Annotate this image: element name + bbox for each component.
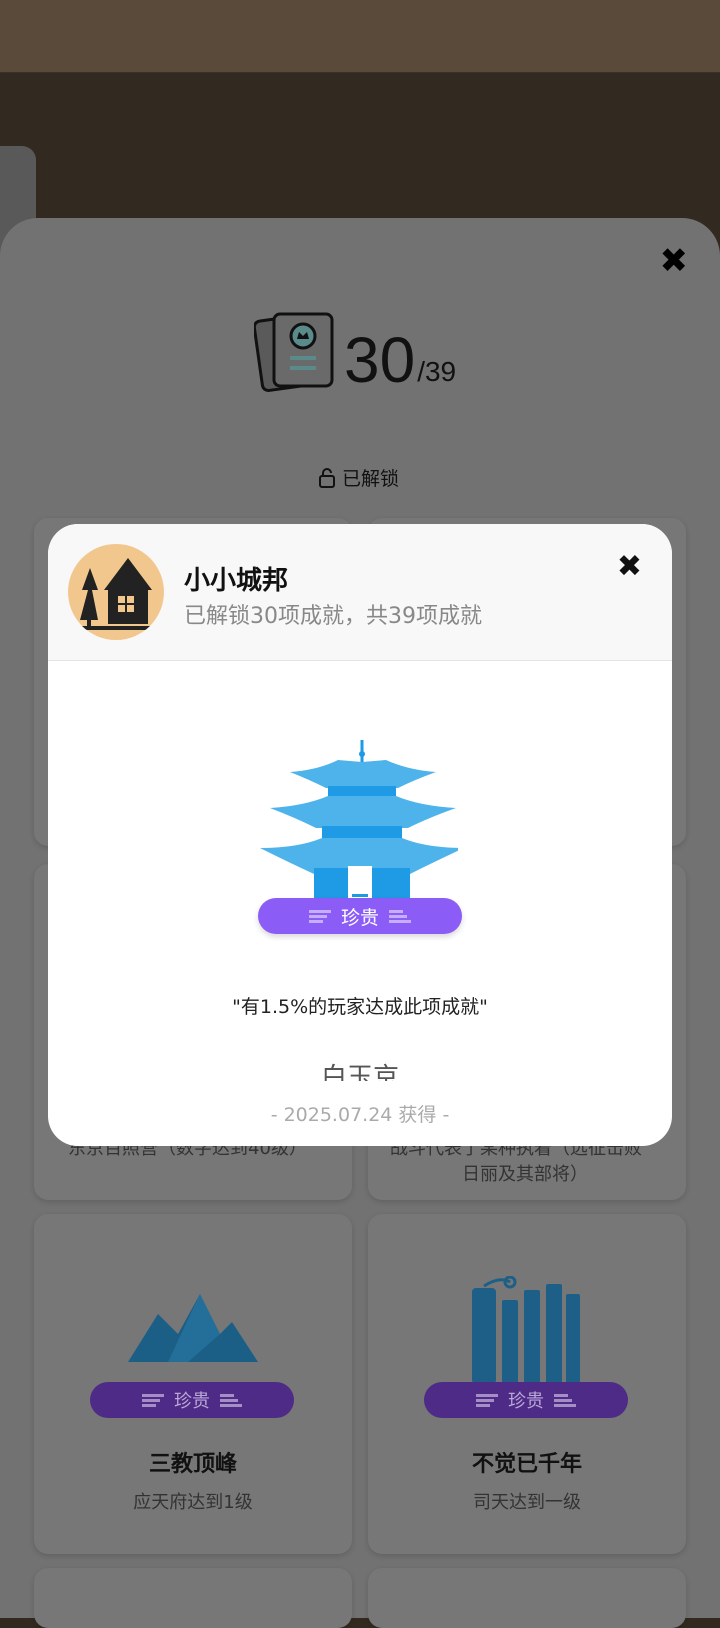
bamboo-slips-icon — [472, 1276, 580, 1384]
achievement-desc: 司天达到一级 — [473, 1492, 581, 1513]
achievement-counter: 30 /39 — [254, 312, 456, 392]
rarity-badge: 珍贵 — [258, 898, 462, 934]
modal-header: 小小城邦 已解锁30项成就，共39项成就 ✖ — [48, 524, 672, 661]
house-tree-icon — [78, 558, 152, 630]
pagoda-icon — [260, 740, 458, 900]
card-desc: 日丽及其部将） — [462, 1164, 588, 1185]
panel-close-icon[interactable]: ✖ — [660, 244, 689, 278]
rarity-badge: 珍贵 — [90, 1382, 294, 1418]
achievement-card[interactable]: 珍贵 不觉已千年 司天达到一级 — [368, 1214, 686, 1554]
total-count: /39 — [417, 356, 457, 387]
obtained-date: - 2025.07.24 获得 - — [270, 1104, 450, 1126]
mountain-icon — [128, 1294, 258, 1362]
category-avatar — [68, 544, 164, 640]
modal-title: 小小城邦 — [184, 566, 289, 596]
achievement-name: 三教顶峰 — [148, 1452, 237, 1477]
completion-rate-text: "有1.5%的玩家达成此项成就" — [232, 996, 488, 1018]
unlocked-count: 30 — [344, 324, 416, 396]
unlocked-filter-label: 已解锁 — [342, 468, 400, 490]
rarity-badge: 珍贵 — [424, 1382, 628, 1418]
unlocked-filter[interactable]: 已解锁 — [318, 464, 399, 491]
achievement-detail-modal: 小小城邦 已解锁30项成就，共39项成就 ✖ 珍贵 "有1.5%的玩家达成此项成… — [48, 524, 672, 1146]
achievement-book-icon — [254, 312, 334, 392]
achievement-card[interactable]: 珍贵 三教顶峰 应天府达到1级 — [34, 1214, 352, 1554]
unlock-icon — [319, 467, 335, 488]
achievement-desc: 应天府达到1级 — [133, 1492, 253, 1513]
achievement-name: 白玉京 — [320, 1063, 399, 1081]
achievement-card[interactable] — [368, 1568, 686, 1628]
achievement-name: 不觉已千年 — [471, 1452, 582, 1477]
modal-close-icon[interactable]: ✖ — [617, 552, 642, 582]
top-bar — [0, 0, 720, 73]
achievement-card[interactable] — [34, 1568, 352, 1628]
modal-subtitle: 已解锁30项成就，共39项成就 — [184, 604, 482, 629]
